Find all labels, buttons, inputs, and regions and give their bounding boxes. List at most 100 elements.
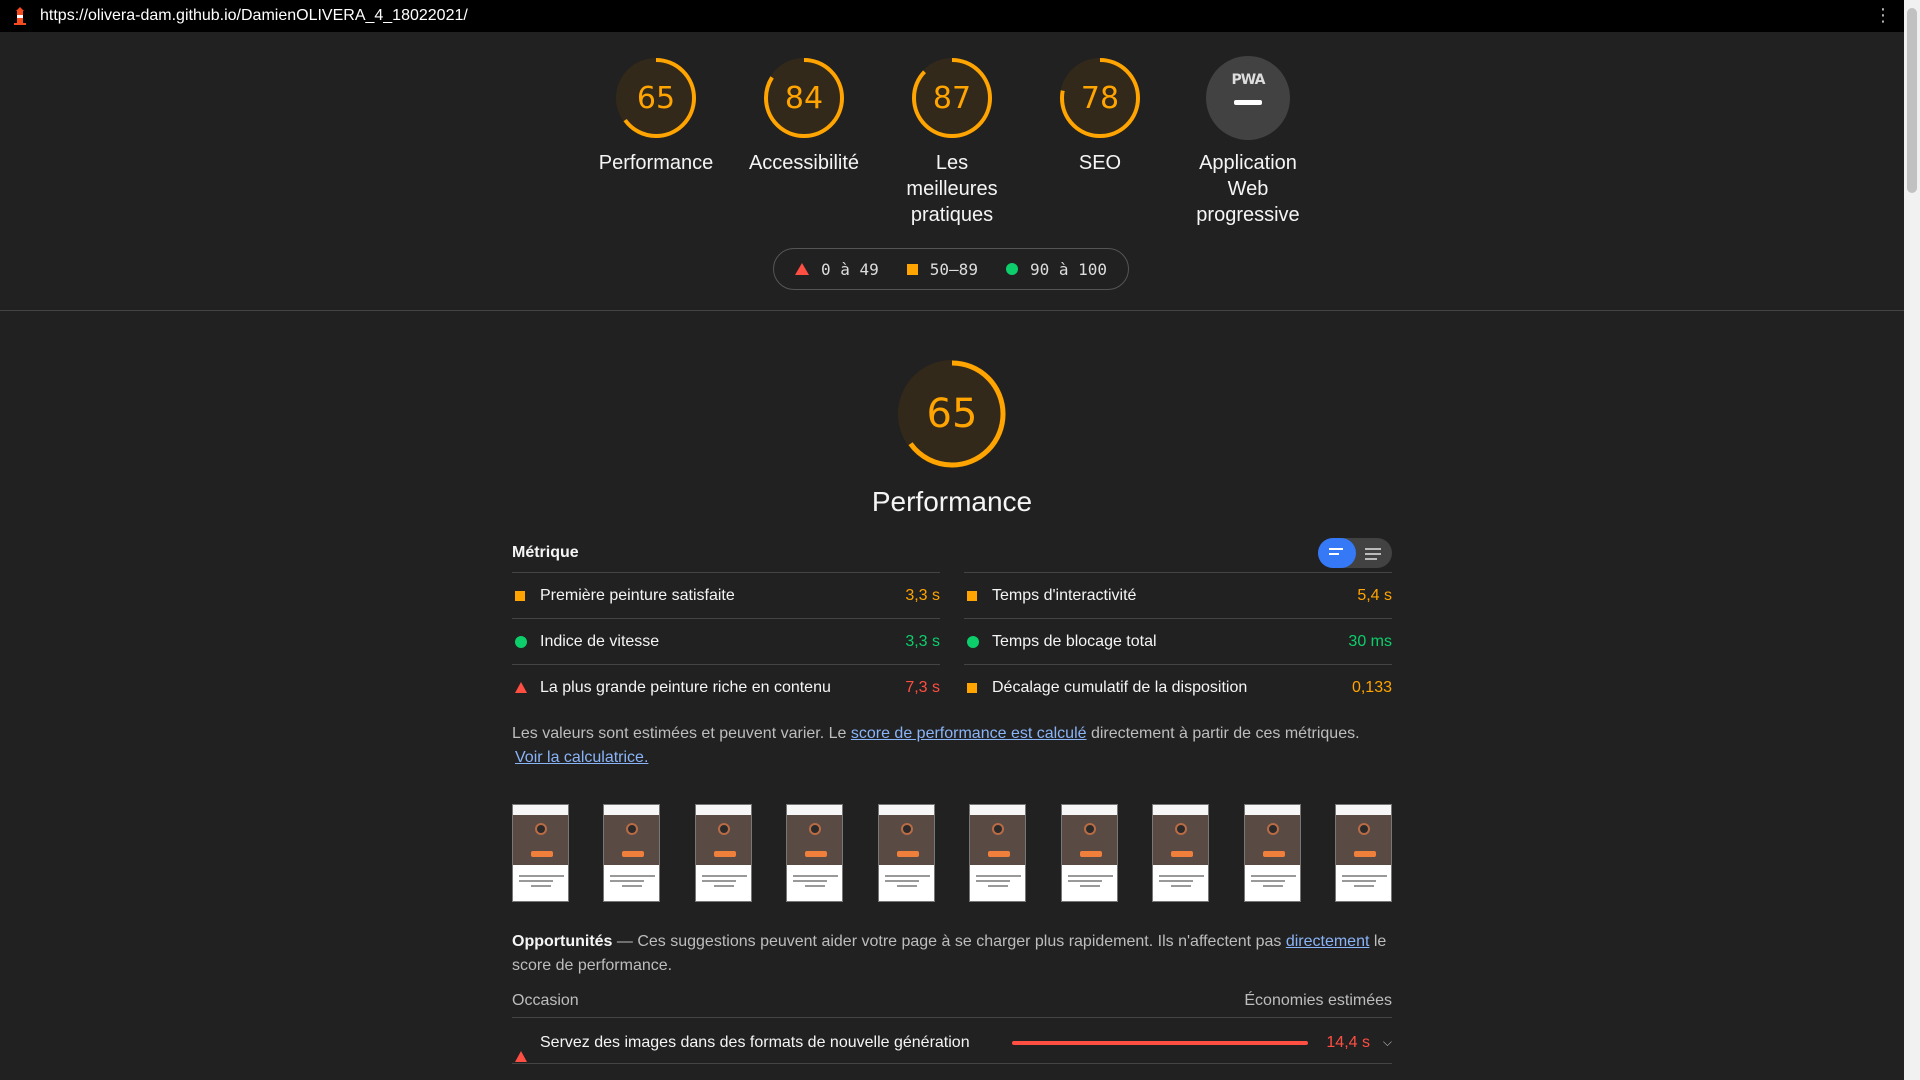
metric-row: Temps d'interactivité 5,4 s: [964, 572, 1392, 618]
pwa-dash: [1234, 100, 1262, 105]
opportunities-intro: Opportunités — Ces suggestions peuvent a…: [512, 930, 1392, 978]
metrics-title: Métrique: [512, 544, 579, 561]
directly-link[interactable]: directement: [1286, 933, 1370, 950]
metric-name: La plus grande peinture riche en contenu: [540, 678, 831, 696]
score-value: 87: [932, 80, 972, 116]
score-calculation-link[interactable]: score de performance est calculé: [851, 725, 1087, 742]
filmstrip-frame: [877, 804, 935, 902]
column-opportunity: Occasion: [512, 992, 579, 1009]
more-options-icon[interactable]: ⋮: [1874, 6, 1892, 24]
gauge-accessibility[interactable]: 84 Accessibilité: [740, 56, 868, 228]
metric-row: La plus grande peinture riche en contenu…: [512, 664, 940, 710]
score-scale-legend: 0 à 49 50–89 90 à 100: [773, 248, 1129, 290]
filmstrip-frame: [512, 804, 569, 902]
gauge-label: Performance: [598, 152, 714, 174]
score-ring: 87: [910, 56, 994, 140]
fail-triangle-icon: [794, 263, 809, 275]
column-savings: Économies estimées: [1244, 992, 1392, 1009]
gauge-label: Les meilleures pratiques: [906, 152, 998, 226]
gauge-pwa[interactable]: PWA Application Web progressive: [1184, 56, 1312, 228]
gauge-seo[interactable]: 78 SEO: [1036, 56, 1164, 228]
score-value: 65: [636, 80, 676, 116]
metrics-grid: Première peinture satisfaite 3,3 s Temps…: [512, 572, 1392, 710]
legend-average: 50–89: [906, 259, 978, 279]
filmstrip-frame: [1152, 804, 1210, 902]
metric-name: Temps d'interactivité: [992, 586, 1137, 604]
filmstrip-frame: [786, 804, 844, 902]
page-url[interactable]: https://olivera-dam.github.io/DamienOLIV…: [40, 7, 468, 25]
address-bar: https://olivera-dam.github.io/DamienOLIV…: [0, 0, 1904, 32]
category-gauges: 65 Performance 84 Accessibilité 87 Les m…: [0, 56, 1904, 228]
note-text: directement à partir de ces métriques.: [1086, 725, 1360, 742]
vertical-scrollbar[interactable]: [1904, 0, 1920, 1080]
pass-circle-icon: [967, 635, 979, 648]
metric-name: Première peinture satisfaite: [540, 586, 735, 604]
metrics-view-toggle[interactable]: [1318, 538, 1392, 568]
performance-gauge: 65: [896, 358, 1008, 470]
expanded-view-icon[interactable]: [1365, 548, 1381, 563]
gauge-label: Application Web progressive: [1196, 152, 1300, 226]
metric-row: Temps de blocage total 30 ms: [964, 618, 1392, 664]
average-square-icon: [515, 590, 525, 601]
score-value: 78: [1080, 80, 1120, 116]
metric-value: 0,133: [1351, 678, 1392, 696]
legend-fail: 0 à 49: [794, 259, 879, 279]
filmstrip-frame: [1334, 804, 1392, 902]
legend-fail-label: 0 à 49: [820, 259, 879, 279]
pass-circle-icon: [1005, 263, 1018, 275]
metric-value: 30 ms: [1348, 632, 1392, 650]
fail-triangle-icon: [515, 682, 527, 693]
filmstrip-frame: [1060, 804, 1118, 902]
pass-circle-icon: [515, 635, 527, 648]
filmstrip: [512, 804, 1392, 902]
average-square-icon: [906, 263, 918, 275]
performance-title: Performance: [871, 486, 1033, 517]
legend-pass: 90 à 100: [1005, 259, 1108, 279]
metric-value: 5,4 s: [1357, 586, 1392, 604]
compact-view-icon[interactable]: [1329, 548, 1345, 558]
metrics-note: Les valeurs sont estimées et peuvent var…: [512, 722, 1392, 770]
scrollbar-thumb[interactable]: [1907, 8, 1917, 193]
savings-bar: [1012, 1040, 1308, 1045]
metric-row: Indice de vitesse 3,3 s: [512, 618, 940, 664]
note-text: Les valeurs sont estimées et peuvent var…: [512, 725, 851, 742]
filmstrip-frame: [694, 804, 752, 902]
gauge-performance[interactable]: 65 Performance: [592, 56, 720, 228]
score-value: 84: [784, 80, 824, 116]
lighthouse-icon: [14, 7, 26, 25]
opportunity-name: Servez des images dans des formats de no…: [540, 1033, 970, 1051]
opportunities-columns: Occasion Économies estimées: [512, 992, 1392, 1018]
gauge-label: SEO: [1078, 152, 1122, 174]
opportunity-row[interactable]: Servez des images dans des formats de no…: [512, 1022, 1392, 1064]
metric-value: 7,3 s: [905, 678, 940, 696]
fail-triangle-icon: [515, 1033, 527, 1062]
metric-name: Décalage cumulatif de la disposition: [992, 678, 1248, 696]
pwa-badge: PWA: [1206, 56, 1290, 140]
legend-average-label: 50–89: [929, 259, 978, 279]
metric-row: Première peinture satisfaite 3,3 s: [512, 572, 940, 618]
metric-value: 3,3 s: [905, 586, 940, 604]
metric-name: Indice de vitesse: [540, 632, 660, 650]
score-ring: 84: [762, 56, 846, 140]
opportunities-text: — Ces suggestions peuvent aider votre pa…: [612, 933, 1286, 950]
metric-name: Temps de blocage total: [992, 632, 1157, 650]
average-square-icon: [967, 682, 977, 693]
metrics-header: Métrique: [512, 538, 1392, 568]
legend-pass-label: 90 à 100: [1029, 259, 1108, 279]
opportunity-savings: 14,4 s: [1326, 1033, 1370, 1051]
calculator-link[interactable]: Voir la calculatrice.: [515, 746, 648, 770]
pwa-icon: PWA: [1231, 72, 1266, 88]
score-ring: 78: [1058, 56, 1142, 140]
score-ring: 65: [614, 56, 698, 140]
filmstrip-frame: [1243, 804, 1301, 902]
gauge-label: Accessibilité: [748, 152, 860, 174]
performance-score: 65: [926, 391, 978, 437]
average-square-icon: [967, 590, 977, 601]
section-divider: [0, 310, 1904, 311]
filmstrip-frame: [969, 804, 1027, 902]
metric-value: 3,3 s: [905, 632, 940, 650]
chevron-down-icon[interactable]: ⌵: [1370, 1035, 1392, 1050]
gauge-best-practices[interactable]: 87 Les meilleures pratiques: [888, 56, 1016, 228]
metric-row: Décalage cumulatif de la disposition 0,1…: [964, 664, 1392, 710]
opportunities-title: Opportunités: [512, 933, 613, 950]
